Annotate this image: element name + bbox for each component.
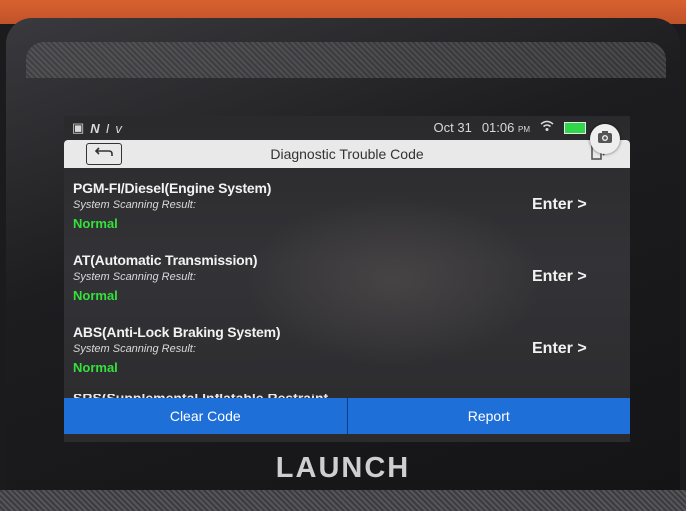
status-ampm: PM: [518, 125, 530, 134]
status-right: Oct 31 01:06 PM: [434, 120, 586, 135]
status-left-icons: ▣ N I v: [72, 120, 122, 136]
bezel-texture: [26, 42, 666, 78]
enter-button[interactable]: Enter >: [532, 196, 587, 214]
system-item-abs[interactable]: ABS(Anti-Lock Braking System) System Sca…: [64, 320, 630, 392]
scan-status: Normal: [73, 360, 118, 375]
status-time-value: 01:06: [481, 120, 515, 135]
scan-result-label: System Scanning Result:: [73, 343, 196, 355]
scan-result-label: System Scanning Result:: [73, 199, 196, 211]
device-brand-logo: LAUNCH: [275, 452, 411, 484]
system-item-engine[interactable]: PGM-FI/Diesel(Engine System) System Scan…: [64, 176, 630, 248]
camera-icon: [597, 130, 613, 149]
scan-status: Normal: [73, 216, 118, 231]
title-bar: Diagnostic Trouble Code: [64, 140, 630, 168]
enter-button[interactable]: Enter >: [532, 340, 587, 358]
bottom-action-bar: Clear Code Report: [64, 398, 630, 434]
system-item-transmission[interactable]: AT(Automatic Transmission) System Scanni…: [64, 248, 630, 320]
device-screen: ▣ N I v Oct 31 01:06 PM Diagnostic Troub…: [64, 116, 630, 442]
wifi-icon: [540, 120, 554, 135]
battery-icon: [564, 121, 586, 134]
screenshot-button[interactable]: [590, 124, 620, 154]
status-time: 01:06 PM: [482, 120, 530, 135]
enter-button[interactable]: Enter >: [532, 268, 587, 286]
notification-icon: ▣: [72, 120, 85, 135]
app-icon-i: I: [105, 120, 110, 136]
page-title: Diagnostic Trouble Code: [270, 146, 424, 162]
scan-status: Normal: [73, 288, 118, 303]
app-icon-v: v: [115, 120, 122, 136]
report-button[interactable]: Report: [347, 398, 630, 434]
status-date: Oct 31: [433, 120, 472, 135]
system-name: PGM-FI/Diesel(Engine System): [73, 180, 272, 196]
status-bar: ▣ N I v Oct 31 01:06 PM: [64, 116, 630, 139]
system-name: ABS(Anti-Lock Braking System): [73, 324, 281, 340]
clear-code-button[interactable]: Clear Code: [64, 398, 348, 434]
system-name: AT(Automatic Transmission): [73, 252, 258, 268]
bezel-bottom-edge: [0, 490, 686, 511]
system-list: PGM-FI/Diesel(Engine System) System Scan…: [64, 176, 630, 392]
scan-result-label: System Scanning Result:: [73, 271, 196, 283]
app-icon-n: N: [90, 120, 100, 136]
